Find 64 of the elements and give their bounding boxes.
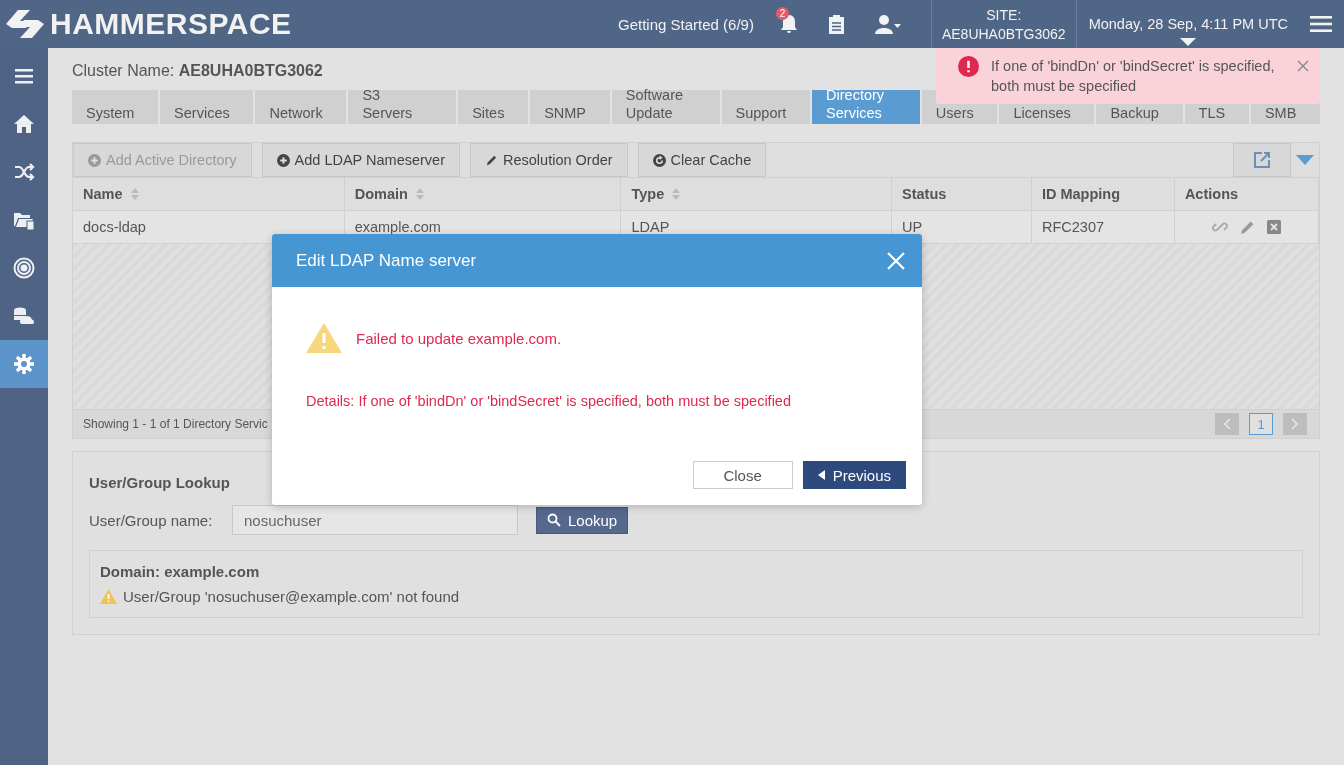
tab[interactable]: Network <box>255 90 347 124</box>
site-label: SITE: <box>986 6 1022 23</box>
column-header[interactable]: Type <box>631 186 665 202</box>
tab[interactable]: Directory Services <box>812 90 920 124</box>
target-icon[interactable] <box>12 256 36 280</box>
tab[interactable]: S3 Servers <box>348 90 457 124</box>
cluster-name: Cluster Name: AE8UHA0BTG3062 <box>72 62 323 80</box>
column-header[interactable]: Domain <box>354 186 408 202</box>
notification-badge: 2 <box>775 7 789 20</box>
chevron-right-icon <box>1291 418 1299 430</box>
warning-icon <box>100 589 117 604</box>
toolbar-button[interactable]: Clear Cache <box>637 143 767 177</box>
tab[interactable]: Sites <box>458 90 529 124</box>
home-icon[interactable] <box>12 112 36 136</box>
plus-icon <box>276 153 290 167</box>
table-cell: RFC2307 <box>1041 219 1104 235</box>
chevron-left-icon <box>1223 418 1231 430</box>
column-header: Status <box>902 186 947 202</box>
column-header: ID Mapping <box>1041 186 1121 202</box>
date-time: Monday, 28 Sep, 4:11 PM UTC <box>1088 16 1288 32</box>
site-name: AE8UHA0BTG3062 <box>941 25 1066 42</box>
table-cell: UP <box>902 219 923 235</box>
search-icon <box>547 513 561 527</box>
caret-icon[interactable] <box>1180 38 1197 46</box>
pencil-icon <box>485 153 498 167</box>
toolbar-button[interactable]: Resolution Order <box>470 143 628 177</box>
dialog-title: Edit LDAP Name server <box>296 250 477 271</box>
tab[interactable]: SNMP <box>530 90 610 124</box>
result-domain: Domain: example.com <box>100 563 261 580</box>
column-header: Actions <box>1184 186 1239 202</box>
caret-left-icon <box>817 470 825 480</box>
refresh-icon <box>652 153 666 167</box>
username-field[interactable]: nosuchuser <box>232 505 518 535</box>
close-icon[interactable] <box>1297 60 1309 72</box>
sidebar-item[interactable] <box>0 340 48 388</box>
logo-text: HAMMERSPACE <box>50 7 292 41</box>
close-button[interactable]: Close <box>692 461 793 489</box>
error-icon <box>958 56 979 77</box>
section-title: User/Group Lookup <box>89 474 230 491</box>
tab[interactable]: Services <box>160 90 254 124</box>
error-details: Details: If one of 'bindDn' or 'bindSecret' is specified, both must be specified <box>306 393 792 409</box>
table-cell: example.com <box>354 219 441 235</box>
previous-button[interactable]: Previous <box>802 461 906 489</box>
error-message: Failed to update example.com. <box>356 329 562 347</box>
gear-icon[interactable] <box>12 352 36 376</box>
user-menu-icon[interactable] <box>874 14 901 34</box>
lookup-button[interactable]: Lookup <box>536 506 629 534</box>
toolbar-button[interactable]: Add LDAP Nameserver <box>261 143 460 177</box>
table-cell: LDAP <box>631 219 670 235</box>
table-cell: docs-ldap <box>83 219 146 235</box>
clipboard-icon[interactable] <box>827 14 845 34</box>
delete-icon[interactable] <box>1266 220 1281 234</box>
tab[interactable]: Software Update <box>611 90 720 124</box>
pagination-summary: Showing 1 - 1 of 1 Directory Servic <box>83 417 268 431</box>
field-label: User/Group name: <box>89 511 214 529</box>
tab[interactable]: System <box>72 90 159 124</box>
menu-icon[interactable] <box>1310 15 1332 33</box>
tab[interactable]: Support <box>721 90 811 124</box>
external-link-icon <box>1252 150 1272 170</box>
column-header[interactable]: Name <box>83 186 123 202</box>
plus-icon <box>88 153 101 167</box>
result-message: User/Group 'nosuchuser@example.com' not found <box>123 588 460 605</box>
getting-started-link[interactable]: Getting Started (6/9) <box>618 15 754 33</box>
warning-icon <box>306 323 342 353</box>
